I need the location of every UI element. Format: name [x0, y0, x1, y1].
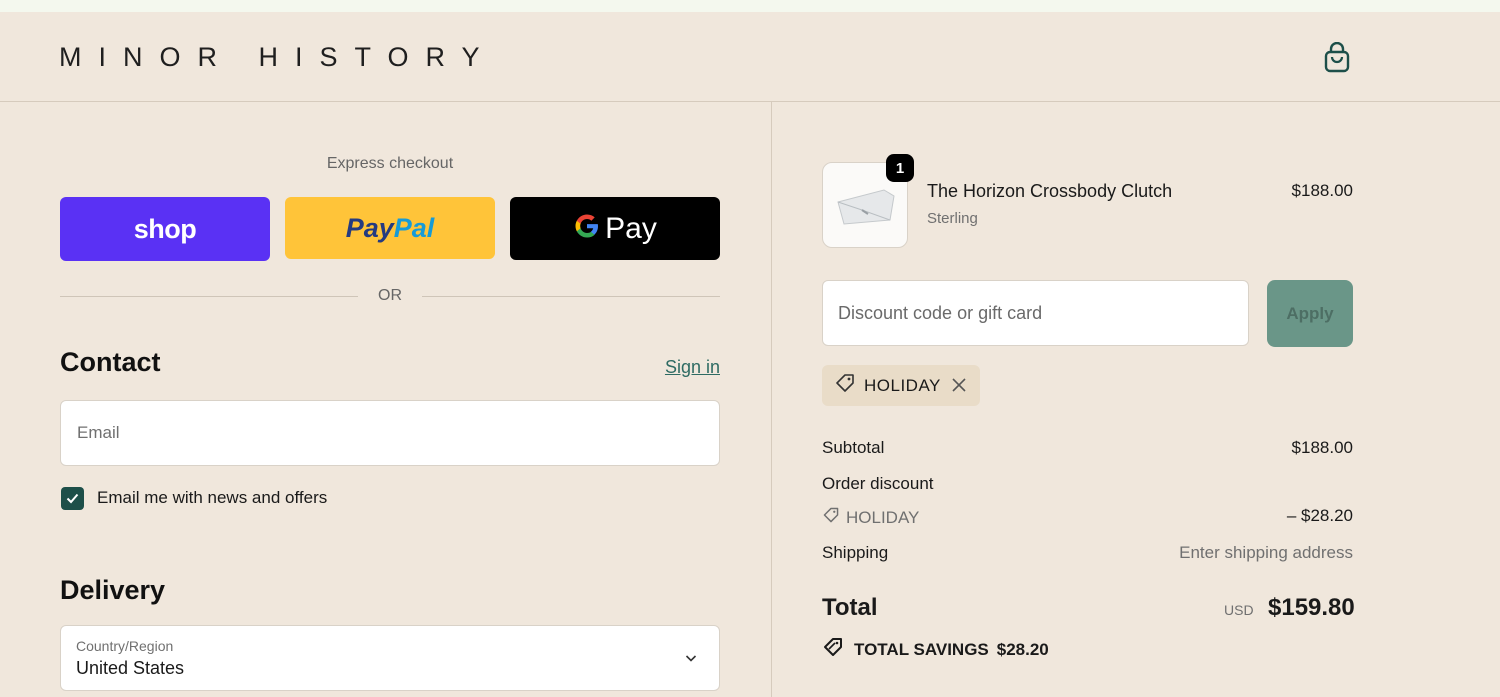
total-savings: TOTAL SAVINGS $28.20	[822, 636, 1049, 663]
column-divider	[771, 102, 772, 697]
express-checkout-title: Express checkout	[326, 155, 454, 172]
country-region-select[interactable]: Country/Region United States	[60, 625, 720, 691]
paypal-label: PayPal	[345, 212, 435, 243]
apply-discount-button[interactable]: Apply	[1267, 280, 1353, 347]
shop-pay-label: shop	[133, 213, 197, 244]
sign-in-link[interactable]: Sign in	[664, 357, 720, 378]
paypal-button[interactable]: PayPal	[285, 197, 495, 259]
subtotal-label: Subtotal	[822, 438, 885, 457]
checkmark-icon	[66, 493, 79, 504]
shopping-bag-icon[interactable]	[1322, 41, 1352, 74]
shipping-label: Shipping	[822, 543, 889, 562]
savings-value: $28.20	[996, 639, 1049, 659]
browser-top-strip	[0, 0, 1500, 12]
chevron-down-icon	[683, 650, 699, 666]
product-price: $188.00	[1291, 181, 1353, 200]
shipping-value: Enter shipping address	[1179, 543, 1353, 562]
country-region-label: Country/Region	[76, 638, 174, 654]
tag-icon	[834, 372, 856, 399]
total-label: Total	[822, 594, 878, 621]
tag-icon	[822, 506, 840, 529]
applied-code-text: HOLIDAY	[864, 375, 941, 395]
email-field-wrapper	[60, 400, 720, 466]
quantity-badge: 1	[886, 154, 914, 182]
discount-code-name: HOLIDAY	[846, 507, 920, 527]
site-header: MINOR HISTORY	[0, 12, 1500, 102]
savings-tag-icon	[822, 636, 846, 663]
email-field[interactable]	[61, 401, 719, 465]
total-value: $159.80	[1268, 594, 1355, 621]
store-logo[interactable]: MINOR HISTORY	[59, 42, 497, 73]
order-discount-label: Order discount	[822, 474, 934, 493]
shop-pay-button[interactable]: shop	[60, 197, 270, 261]
discount-code-field[interactable]	[823, 281, 1248, 345]
clutch-image-icon	[837, 189, 895, 225]
country-region-value: United States	[76, 658, 185, 678]
contact-heading: Contact	[60, 347, 161, 377]
or-separator-text: OR	[378, 287, 402, 304]
applied-code-chip: HOLIDAY	[822, 365, 980, 406]
news-offers-checkbox[interactable]	[61, 487, 84, 510]
google-pay-label: Pay	[605, 211, 657, 245]
delivery-heading: Delivery	[60, 575, 166, 605]
subtotal-value: $188.00	[1291, 438, 1353, 457]
close-icon[interactable]	[950, 376, 968, 394]
news-offers-label: Email me with news and offers	[97, 488, 328, 507]
google-pay-button[interactable]: Pay	[510, 197, 720, 260]
total-currency: USD	[1224, 602, 1254, 618]
discount-field-wrapper	[822, 280, 1249, 346]
or-divider-left	[60, 296, 358, 297]
savings-label: TOTAL SAVINGS	[854, 639, 989, 659]
discount-code-line: HOLIDAY	[822, 506, 919, 529]
product-variant: Sterling	[927, 210, 978, 227]
discount-amount: – $28.20	[1286, 506, 1353, 525]
google-g-icon	[573, 212, 601, 245]
product-name: The Horizon Crossbody Clutch	[927, 181, 1173, 201]
or-divider-right	[422, 296, 720, 297]
